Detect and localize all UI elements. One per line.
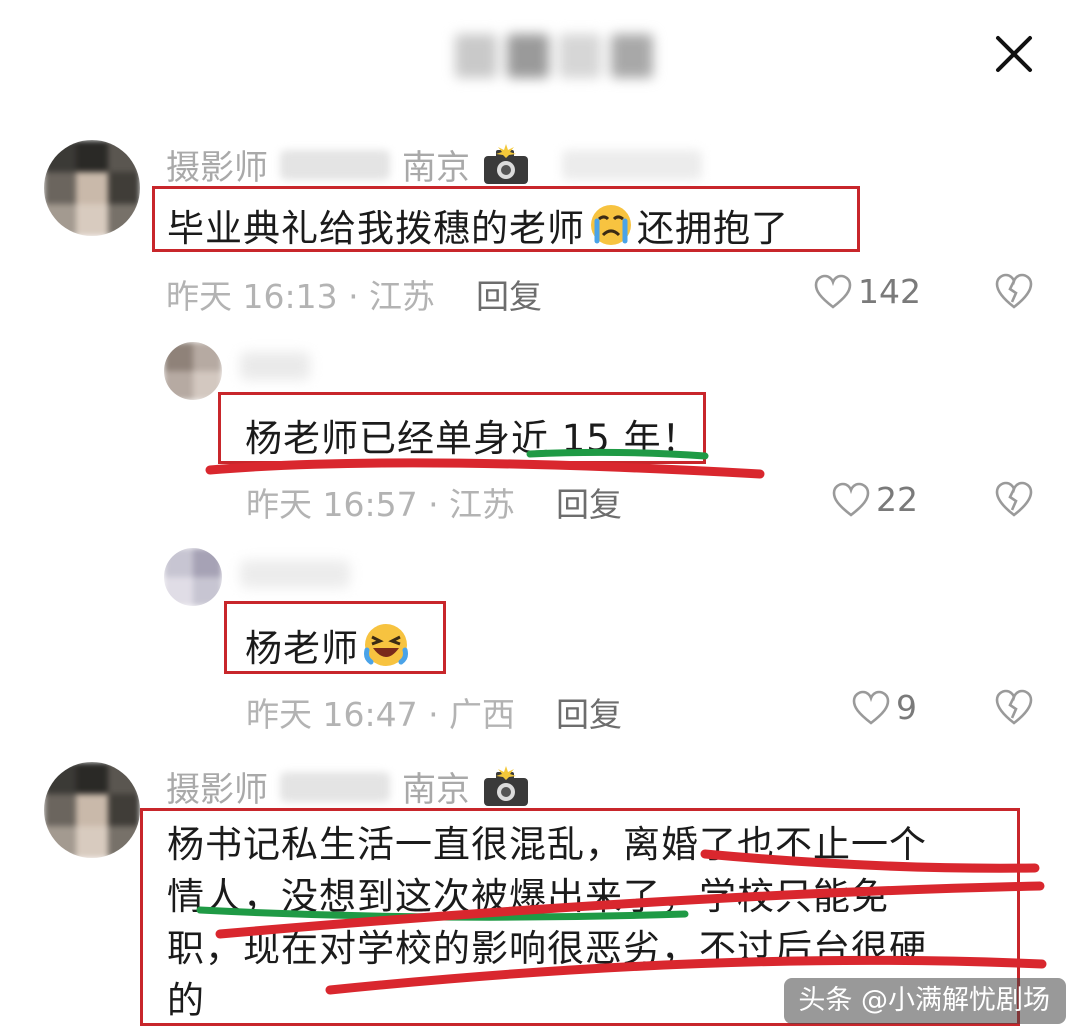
heart-icon [852, 690, 890, 725]
heart-icon [814, 274, 852, 309]
camera-icon [484, 765, 528, 806]
avatar[interactable] [44, 762, 140, 858]
comment-timestamp: 昨天 16:57 · 江苏 [246, 485, 516, 524]
like-button[interactable]: 22 [832, 480, 918, 519]
comment-text: 杨老师 [245, 618, 409, 672]
reply-button[interactable]: 回复 [556, 688, 622, 736]
city-text: 南京 [402, 148, 470, 188]
comment-username[interactable]: 摄影师 南京 [166, 762, 530, 811]
avatar[interactable] [164, 548, 222, 606]
city-text: 南京 [402, 770, 470, 810]
comment-timestamp: 昨天 16:47 · 广西 [246, 695, 516, 734]
blurred-title [455, 34, 653, 86]
reply-button[interactable]: 回复 [476, 270, 542, 318]
comment-timestamp: 昨天 16:13 · 江苏 [166, 277, 436, 316]
broken-heart-icon[interactable] [994, 272, 1034, 310]
crying-face-icon [591, 205, 631, 245]
reply-button[interactable]: 回复 [556, 478, 622, 526]
avatar[interactable] [44, 140, 140, 236]
like-count: 22 [876, 480, 918, 519]
highlight-box: 毕业典礼给我拨穗的老师 还拥抱了 [152, 186, 860, 252]
redacted-name [280, 771, 390, 802]
rolling-laughing-face-icon [364, 624, 408, 666]
like-button[interactable]: 9 [852, 688, 917, 727]
highlight-box: 杨老师 [224, 601, 446, 674]
avatar[interactable] [164, 342, 222, 400]
username-text: 摄影师 [166, 770, 268, 810]
redacted-name [240, 352, 310, 380]
like-button[interactable]: 142 [814, 272, 921, 311]
heart-icon [832, 482, 870, 517]
like-count: 9 [896, 688, 917, 727]
comment-text: 毕业典礼给我拨穗的老师 还拥抱了 [167, 198, 789, 252]
comment-username[interactable]: 摄影师 南京 [166, 140, 702, 189]
redacted-name [240, 560, 350, 588]
broken-heart-icon[interactable] [994, 688, 1034, 726]
redacted-name [280, 149, 390, 180]
redacted-badge [562, 149, 702, 180]
close-icon[interactable] [990, 30, 1038, 78]
like-count: 142 [858, 272, 921, 311]
username-text: 摄影师 [166, 148, 268, 188]
broken-heart-icon[interactable] [994, 480, 1034, 518]
camera-icon [484, 143, 528, 184]
watermark: 头条 @小满解忧剧场 [784, 978, 1066, 1024]
